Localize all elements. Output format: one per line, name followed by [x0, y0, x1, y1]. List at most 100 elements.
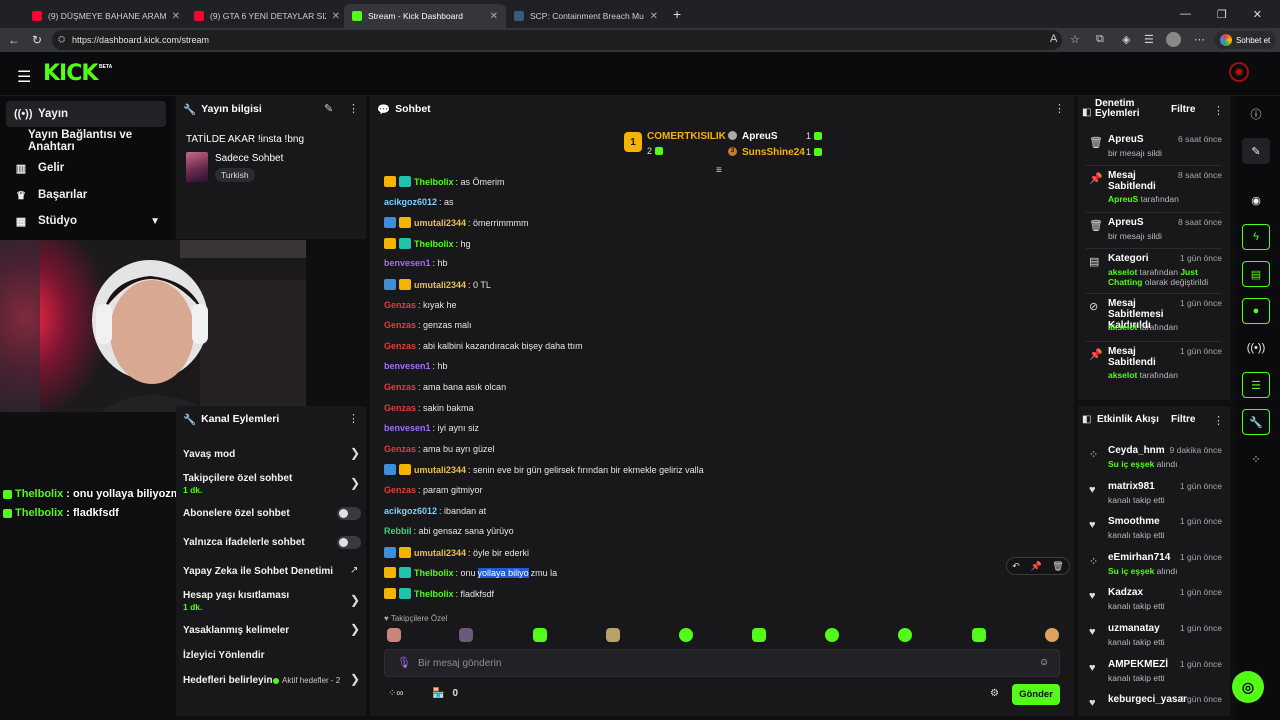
- chat-message[interactable]: Genzas: ama bu ayrı güzel: [384, 444, 495, 454]
- goals-item[interactable]: Hedefleri belirleyin: [183, 675, 272, 686]
- activity-username[interactable]: AMPEKMEZİ: [1108, 659, 1168, 670]
- close-icon[interactable]: ✕: [650, 11, 658, 22]
- sidebar-item-studio[interactable]: ▦ Stüdyo ▼: [6, 208, 166, 234]
- sidebar-item-achievements[interactable]: ♛ Başarılar: [6, 182, 166, 208]
- points-tool-icon[interactable]: ⁘: [1242, 446, 1270, 472]
- chat-message[interactable]: benvesen1: hb: [384, 361, 448, 371]
- microphone-icon[interactable]: 🎙: [397, 656, 411, 669]
- read-aloud-icon[interactable]: A: [1050, 33, 1057, 45]
- pen-icon[interactable]: ✎: [1242, 138, 1270, 164]
- chat-username[interactable]: umutali2344: [414, 465, 466, 475]
- activity-username[interactable]: uzmanatay: [1108, 623, 1160, 634]
- collections-icon[interactable]: ☰: [1144, 33, 1154, 46]
- reload-icon[interactable]: ↻: [32, 33, 42, 47]
- extensions-icon[interactable]: ⧉: [1096, 33, 1104, 46]
- chat-message[interactable]: Genzas: abi kalbini kazandıracak bişey d…: [384, 341, 583, 351]
- emote-icon[interactable]: [459, 628, 473, 642]
- kebab-menu-icon[interactable]: ⋮: [1213, 104, 1224, 117]
- activity-username[interactable]: Kadzax: [1108, 587, 1143, 598]
- chat-message[interactable]: Genzas: genzas malı: [384, 320, 472, 330]
- chat-message[interactable]: umutali2344: senin eve bir gün gelirsek …: [384, 464, 704, 475]
- chat-message[interactable]: umutali2344: öyle bir ederki: [384, 547, 529, 558]
- chat-message[interactable]: benvesen1: iyi aynı siz: [384, 423, 479, 433]
- stream-category[interactable]: Sadece Sohbet: [215, 153, 283, 164]
- chat-message[interactable]: Genzas: ama bana asık olcan: [384, 382, 506, 392]
- chat-username[interactable]: Genzas: [384, 320, 416, 330]
- chevron-right-icon[interactable]: ❯: [350, 446, 360, 460]
- chat-username[interactable]: benvesen1: [384, 258, 431, 268]
- chat-icon[interactable]: ●: [1242, 298, 1270, 324]
- sidebar-item-stream[interactable]: ((•)) Yayın: [6, 101, 166, 127]
- chat-message[interactable]: umutali2344: ömerrimmmm: [384, 217, 529, 228]
- leaderboard-first[interactable]: COMERTKISILIK: [647, 131, 726, 142]
- camera-icon[interactable]: ◉: [1242, 187, 1270, 213]
- document-icon[interactable]: ▤: [1242, 261, 1270, 287]
- close-icon[interactable]: ✕: [332, 11, 340, 22]
- sidebar-item-revenue[interactable]: ▥ Gelir: [6, 155, 166, 181]
- chat-message[interactable]: Thelbolix: as Ömerim: [384, 176, 505, 187]
- maximize-icon[interactable]: ❐: [1217, 8, 1227, 21]
- chat-username[interactable]: Thelbolix: [414, 177, 454, 187]
- chat-username[interactable]: umutali2344: [414, 280, 466, 290]
- chat-username[interactable]: benvesen1: [384, 423, 431, 433]
- chat-username[interactable]: umutali2344: [414, 548, 466, 558]
- close-icon[interactable]: ✕: [172, 11, 180, 22]
- activity-username[interactable]: Ceyda_hnm: [1108, 445, 1165, 456]
- info-icon[interactable]: ⓘ: [1242, 101, 1270, 127]
- chat-username[interactable]: Genzas: [384, 382, 416, 392]
- channel-points-icon[interactable]: ⁘∞: [388, 688, 404, 699]
- browser-tab-2[interactable]: (9) GTA 6 YENİ DETAYLAR SIZDI! Y ✕: [186, 4, 348, 28]
- chat-message[interactable]: Genzas: kıyak he: [384, 300, 457, 310]
- broadcast-icon[interactable]: ((•)): [1242, 335, 1270, 361]
- list-icon[interactable]: ☰: [1242, 372, 1270, 398]
- chat-message[interactable]: acikgoz6012: ibandan at: [384, 506, 486, 516]
- slow-mode-item[interactable]: Yavaş mod: [183, 449, 235, 460]
- emote-icon[interactable]: [752, 628, 766, 642]
- kebab-menu-icon[interactable]: ⋮: [348, 102, 359, 115]
- kebab-menu-icon[interactable]: ⋮: [348, 412, 359, 425]
- subscribers-only-toggle[interactable]: [337, 507, 361, 520]
- chevron-right-icon[interactable]: ❯: [350, 476, 360, 490]
- chat-username[interactable]: Thelbolix: [414, 568, 454, 578]
- chat-profile-button[interactable]: Sohbet et: [1214, 31, 1277, 49]
- leaderboard-second[interactable]: ApreuS: [742, 131, 778, 142]
- emotes-only-toggle[interactable]: [337, 536, 361, 549]
- chat-username[interactable]: Thelbolix: [414, 239, 454, 249]
- chat-username[interactable]: Thelbolix: [414, 589, 454, 599]
- close-icon[interactable]: ✕: [490, 11, 498, 22]
- new-tab-button[interactable]: +: [673, 6, 681, 22]
- chevron-right-icon[interactable]: ❯: [350, 593, 360, 607]
- chat-message[interactable]: Thelbolix: hg: [384, 238, 471, 249]
- kebab-menu-icon[interactable]: ⋮: [1213, 414, 1224, 427]
- chat-input[interactable]: 🎙 Bir mesaj gönderin ☺: [384, 649, 1060, 677]
- chat-username[interactable]: benvesen1: [384, 361, 431, 371]
- external-link-icon[interactable]: ↗: [350, 565, 358, 576]
- user-avatar-icon[interactable]: ✺: [1229, 62, 1249, 82]
- emote-icon[interactable]: [825, 628, 839, 642]
- emote-icon[interactable]: [606, 628, 620, 642]
- reply-icon[interactable]: ↶: [1012, 561, 1020, 572]
- emote-icon[interactable]: [972, 628, 986, 642]
- collapse-leaderboard-icon[interactable]: ≡: [716, 165, 722, 176]
- chat-username[interactable]: Genzas: [384, 300, 416, 310]
- moderator-name[interactable]: akselot: [1108, 267, 1137, 277]
- chat-message[interactable]: Genzas: param gitmiyor: [384, 485, 483, 495]
- emote-icon[interactable]: [898, 628, 912, 642]
- chat-message[interactable]: Rebbil: abi gensaz sana yürüyo: [384, 526, 514, 536]
- url-field[interactable]: ⛭ https://dashboard.kick.com/stream: [52, 30, 1062, 50]
- settings-icon[interactable]: ⚙: [990, 688, 999, 699]
- edit-icon[interactable]: ✎: [324, 102, 333, 115]
- copilot-icon[interactable]: ◈: [1122, 33, 1130, 46]
- moderator-name[interactable]: akselot: [1108, 322, 1137, 332]
- activity-username[interactable]: eEmirhan714: [1108, 552, 1170, 563]
- chevron-right-icon[interactable]: ❯: [350, 672, 360, 686]
- chat-message[interactable]: Genzas: sakin bakma: [384, 403, 474, 413]
- chat-message[interactable]: Thelbolix: fladkfsdf: [384, 588, 494, 599]
- favorite-star-icon[interactable]: ☆: [1070, 33, 1080, 46]
- kick-logo[interactable]: KICK: [43, 61, 98, 86]
- activity-username[interactable]: Smoothme: [1108, 516, 1160, 527]
- chat-username[interactable]: Rebbil: [384, 526, 412, 536]
- more-icon[interactable]: ⋯: [1194, 33, 1205, 46]
- browser-tab-4[interactable]: SCP: Containment Breach Multipla ✕: [506, 4, 666, 28]
- sidebar-item-stream-key[interactable]: Yayın Bağlantısı ve Anahtarı: [20, 128, 180, 154]
